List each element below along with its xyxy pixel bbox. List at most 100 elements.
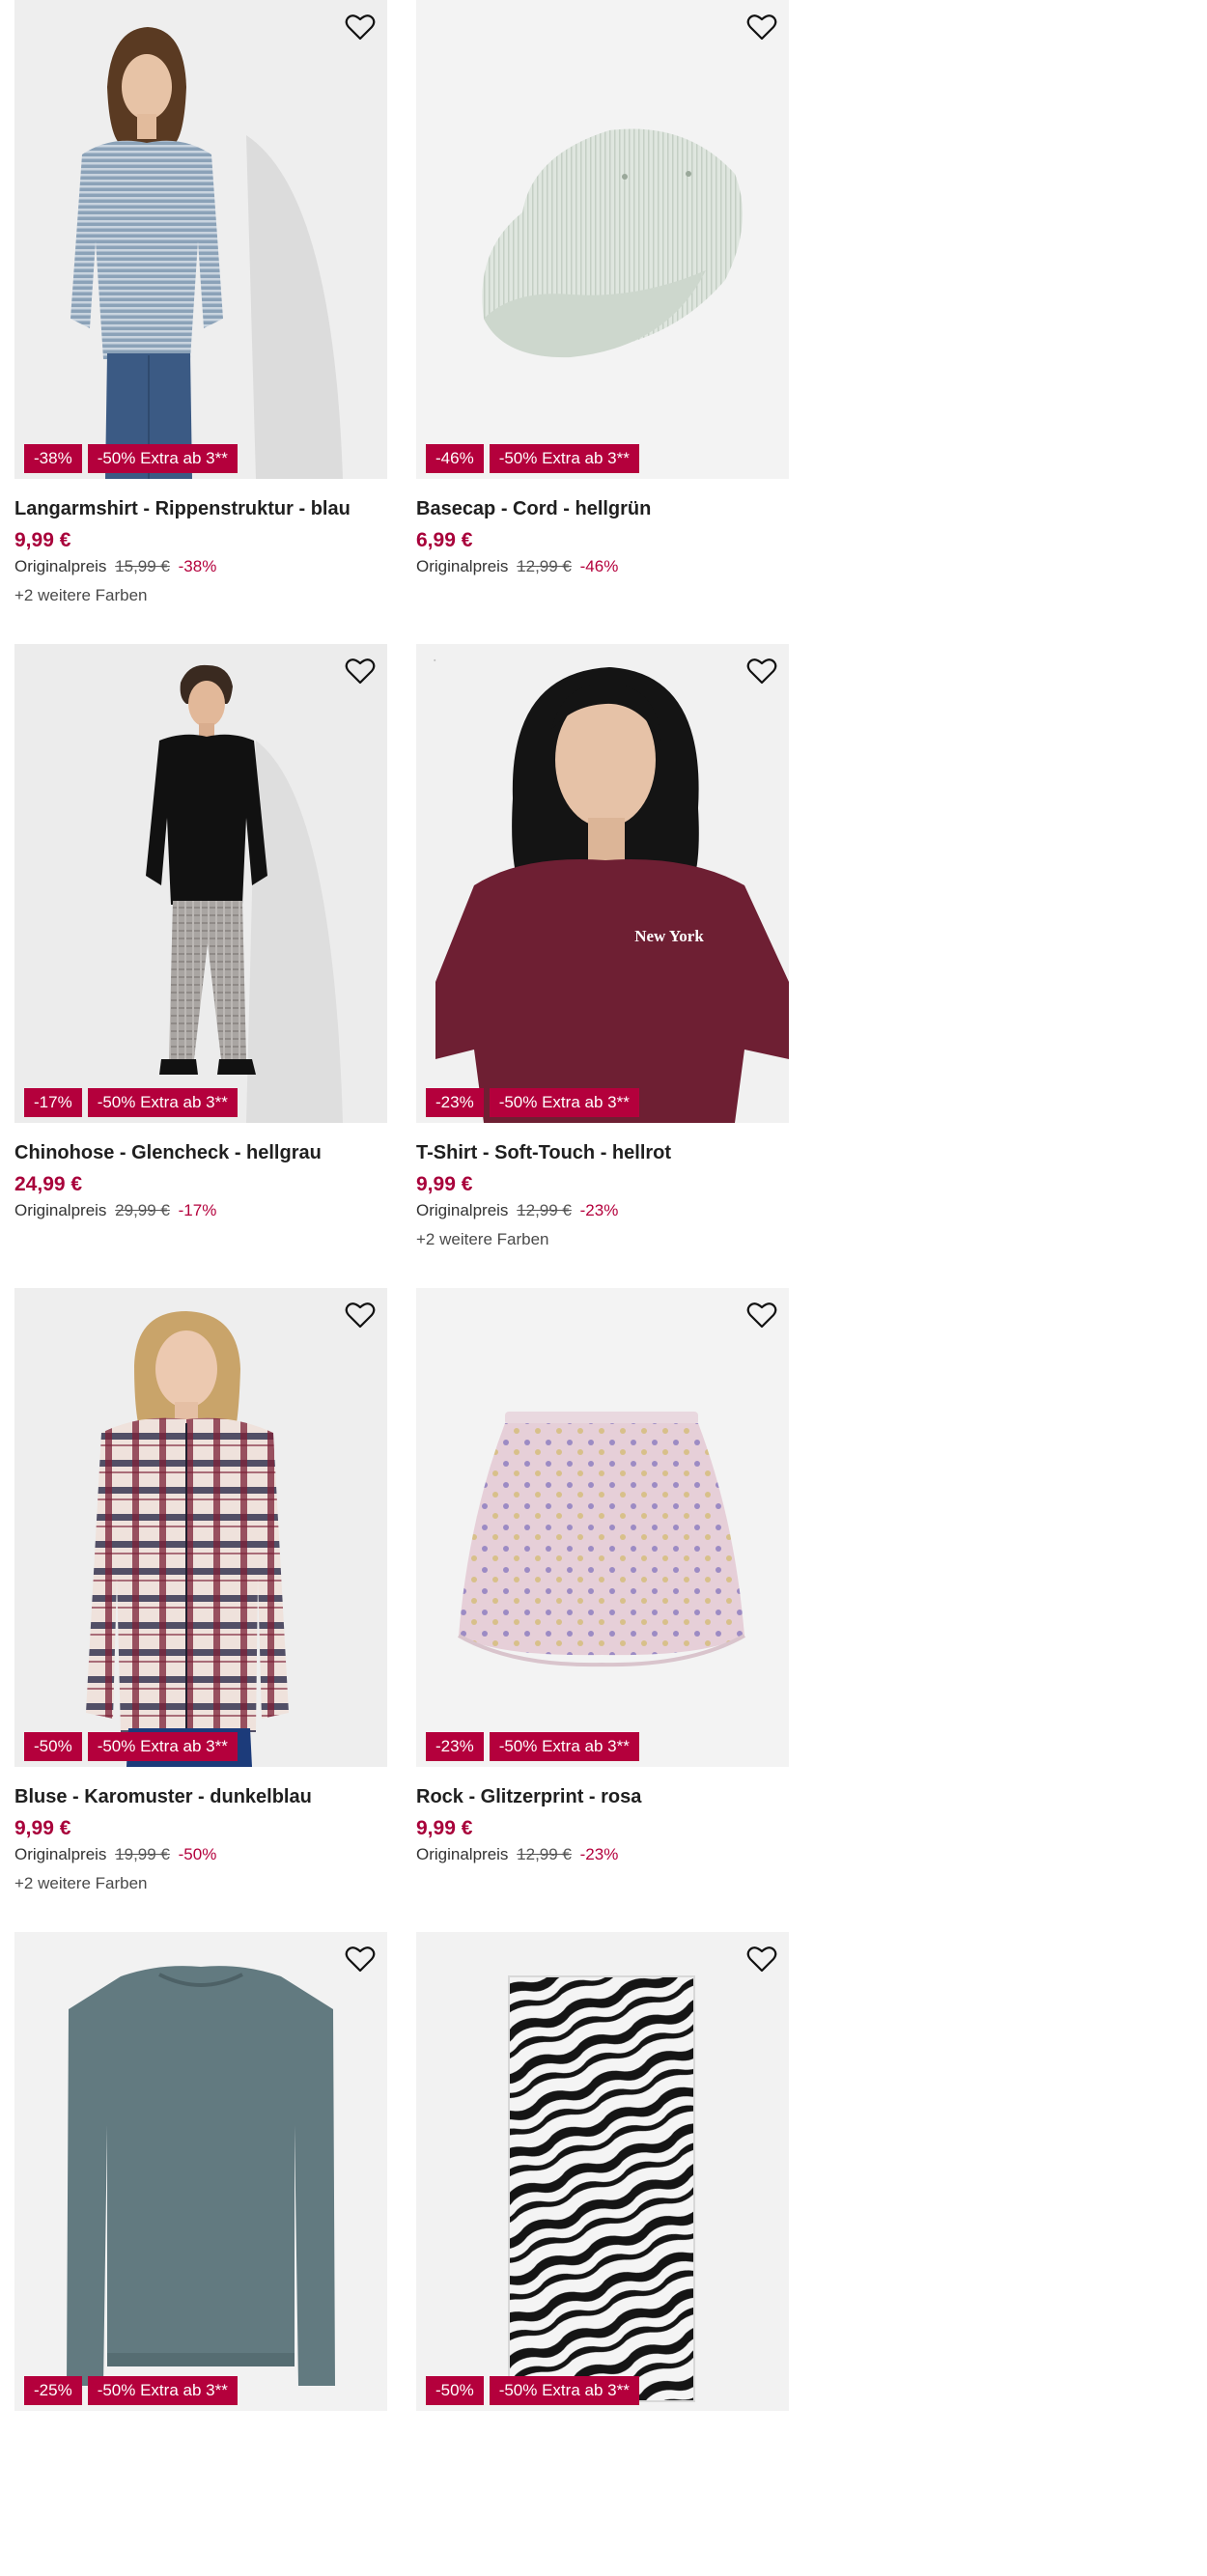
discount-badge: -23% [426, 1732, 484, 1761]
extra-offer-badge: -50% Extra ab 3** [87, 2376, 238, 2405]
original-discount: -23% [579, 1201, 619, 1219]
original-price: 29,99 € [115, 1201, 170, 1219]
sweatshirt-image [14, 1932, 387, 2411]
heart-icon [345, 14, 376, 41]
product-title[interactable]: T-Shirt - Soft-Touch - hellrot [416, 1141, 789, 1164]
model-check-chinos-image [14, 644, 387, 1123]
heart-icon [746, 14, 777, 41]
product-title[interactable]: Rock - Glitzerprint - rosa [416, 1785, 789, 1808]
wishlist-button[interactable] [744, 10, 779, 44]
product-image[interactable]: -17% -50% Extra ab 3** [14, 644, 387, 1123]
original-price-label: Originalpreis [416, 557, 509, 575]
original-discount: -46% [579, 557, 619, 575]
wishlist-button[interactable] [744, 654, 779, 688]
extra-offer-badge: -50% Extra ab 3** [489, 444, 639, 473]
wishlist-button[interactable] [343, 1942, 378, 1976]
original-price: 15,99 € [115, 557, 170, 575]
extra-offer-badge: -50% Extra ab 3** [87, 1732, 238, 1761]
more-colors-link[interactable]: +2 weitere Farben [14, 585, 387, 606]
product-card[interactable]: -25% -50% Extra ab 3** [14, 1932, 387, 2576]
print-text: New York [634, 927, 704, 945]
product-price: 6,99 € [416, 529, 473, 551]
original-price-label: Originalpreis [416, 1845, 509, 1863]
product-image[interactable]: New York ▪ -23% -50% Extra ab 3** [416, 644, 789, 1123]
original-price: 19,99 € [115, 1845, 170, 1863]
heart-icon [345, 658, 376, 685]
more-colors-link[interactable]: +2 weitere Farben [416, 1229, 789, 1250]
model-plaid-blouse-image [14, 1288, 387, 1767]
original-price-line: Originalpreis 29,99 € -17% [14, 1200, 387, 1221]
product-card[interactable]: -50% -50% Extra ab 3** Bluse - Karomuste… [14, 1288, 387, 1932]
heart-icon [746, 1946, 777, 1973]
extra-offer-badge: -50% Extra ab 3** [489, 1088, 639, 1117]
product-card[interactable]: New York ▪ -23% -50% Extra ab 3** T-Shir… [416, 644, 789, 1288]
badge-row: -38% -50% Extra ab 3** [24, 444, 238, 473]
badge-row: -17% -50% Extra ab 3** [24, 1088, 238, 1117]
badge-row: -50% -50% Extra ab 3** [24, 1732, 238, 1761]
original-discount: -17% [178, 1201, 217, 1219]
original-price-line: Originalpreis 12,99 € -23% [416, 1200, 789, 1221]
badge-row: -23% -50% Extra ab 3** [426, 1732, 639, 1761]
wishlist-button[interactable] [744, 1298, 779, 1332]
original-price-line: Originalpreis 19,99 € -50% [14, 1844, 387, 1865]
model-striped-longsleeve-image [14, 0, 387, 479]
zebra-scarf-image [416, 1932, 789, 2411]
product-image[interactable]: -50% -50% Extra ab 3** [416, 1932, 789, 2411]
wishlist-button[interactable] [343, 1298, 378, 1332]
extra-offer-badge: -50% Extra ab 3** [489, 1732, 639, 1761]
product-price: 24,99 € [14, 1173, 83, 1195]
original-price-label: Originalpreis [14, 1845, 107, 1863]
discount-badge: -23% [426, 1088, 484, 1117]
original-price-label: Originalpreis [14, 557, 107, 575]
product-title[interactable]: Chinohose - Glencheck - hellgrau [14, 1141, 387, 1164]
product-title[interactable]: Basecap - Cord - hellgrün [416, 497, 789, 520]
original-discount: -38% [178, 557, 217, 575]
badge-row: -46% -50% Extra ab 3** [426, 444, 639, 473]
original-discount: -23% [579, 1845, 619, 1863]
extra-offer-badge: -50% Extra ab 3** [87, 444, 238, 473]
discount-badge: -50% [24, 1732, 82, 1761]
wishlist-button[interactable] [744, 1942, 779, 1976]
original-discount: -50% [178, 1845, 217, 1863]
pink-glitter-skirt-image [416, 1288, 789, 1767]
more-colors-link[interactable]: +2 weitere Farben [14, 1873, 387, 1894]
discount-badge: -25% [24, 2376, 82, 2405]
original-price-label: Originalpreis [14, 1201, 107, 1219]
original-price-line: Originalpreis 12,99 € -46% [416, 556, 789, 577]
watermark: ▪ [434, 658, 436, 664]
product-image[interactable]: -38% -50% Extra ab 3** [14, 0, 387, 479]
product-grid: -38% -50% Extra ab 3** Langarmshirt - Ri… [14, 0, 789, 2576]
heart-icon [345, 1946, 376, 1973]
product-price: 9,99 € [14, 1817, 71, 1839]
original-price: 12,99 € [517, 1845, 572, 1863]
product-image[interactable]: -46% -50% Extra ab 3** [416, 0, 789, 479]
wishlist-button[interactable] [343, 10, 378, 44]
discount-badge: -50% [426, 2376, 484, 2405]
product-title[interactable]: Bluse - Karomuster - dunkelblau [14, 1785, 387, 1808]
corduroy-cap-image [416, 0, 789, 479]
badge-row: -23% -50% Extra ab 3** [426, 1088, 639, 1117]
wishlist-button[interactable] [343, 654, 378, 688]
product-card[interactable]: -38% -50% Extra ab 3** Langarmshirt - Ri… [14, 0, 387, 644]
original-price-line: Originalpreis 12,99 € -23% [416, 1844, 789, 1865]
product-card[interactable]: -17% -50% Extra ab 3** Chinohose - Glenc… [14, 644, 387, 1288]
discount-badge: -38% [24, 444, 82, 473]
product-image[interactable]: -50% -50% Extra ab 3** [14, 1288, 387, 1767]
product-card[interactable]: -23% -50% Extra ab 3** Rock - Glitzerpri… [416, 1288, 789, 1932]
product-card[interactable]: -46% -50% Extra ab 3** Basecap - Cord - … [416, 0, 789, 644]
discount-badge: -46% [426, 444, 484, 473]
heart-icon [746, 658, 777, 685]
product-image[interactable]: -25% -50% Extra ab 3** [14, 1932, 387, 2411]
product-card[interactable]: -50% -50% Extra ab 3** [416, 1932, 789, 2576]
original-price: 12,99 € [517, 1201, 572, 1219]
heart-icon [746, 1302, 777, 1329]
extra-offer-badge: -50% Extra ab 3** [489, 2376, 639, 2405]
original-price-line: Originalpreis 15,99 € -38% [14, 556, 387, 577]
original-price: 12,99 € [517, 557, 572, 575]
discount-badge: -17% [24, 1088, 82, 1117]
badge-row: -25% -50% Extra ab 3** [24, 2376, 238, 2405]
product-image[interactable]: -23% -50% Extra ab 3** [416, 1288, 789, 1767]
product-price: 9,99 € [416, 1817, 473, 1839]
product-price: 9,99 € [416, 1173, 473, 1195]
product-title[interactable]: Langarmshirt - Rippenstruktur - blau [14, 497, 387, 520]
